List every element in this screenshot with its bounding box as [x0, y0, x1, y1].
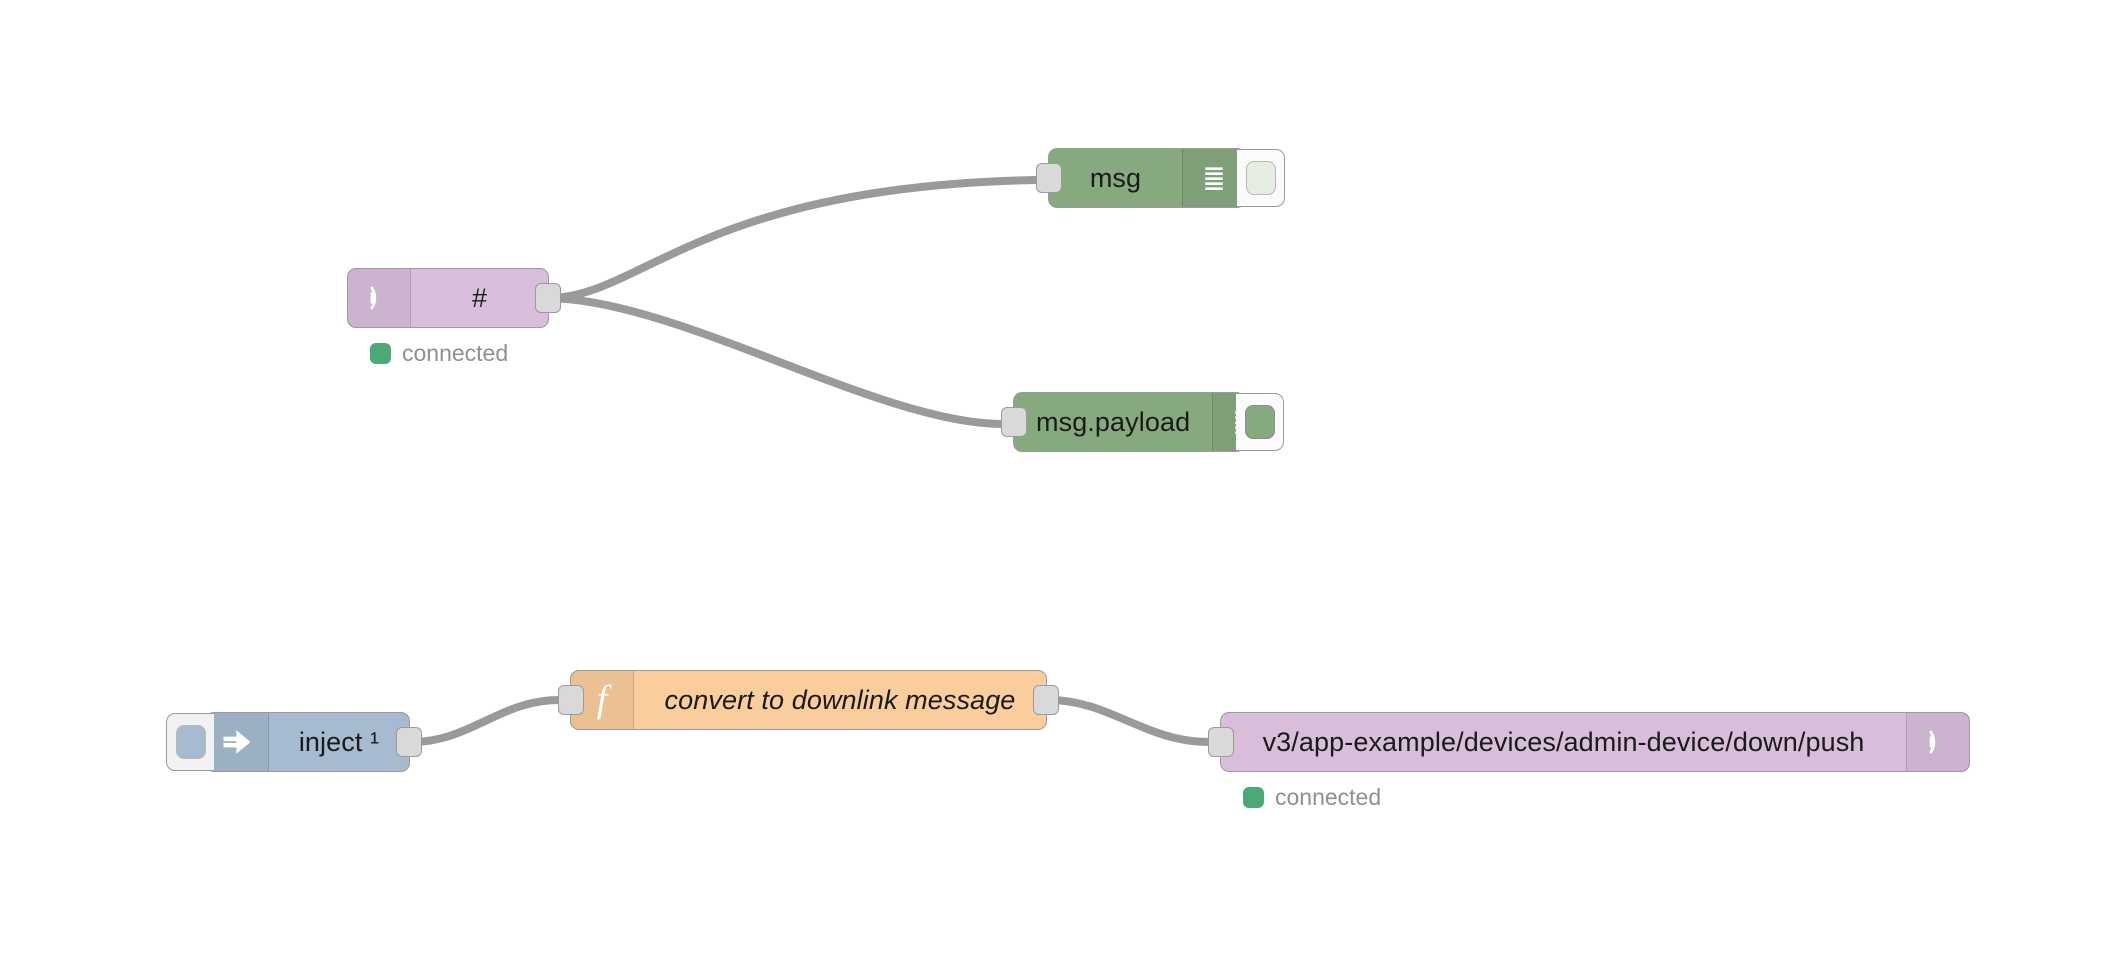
wire-mqtt-in-to-debug-msg-payload	[545, 294, 1006, 428]
node-inject-label: inject ¹	[298, 726, 380, 757]
node-debug-msg-body: msg	[1049, 149, 1245, 207]
node-mqtt-in-label: #	[471, 282, 488, 313]
flow-canvas[interactable]: # connected msg msg.payload inject ¹ f c…	[0, 0, 2122, 960]
node-debug-msg-payload[interactable]: msg.payload	[1001, 392, 1284, 452]
status-dot-connected	[1243, 787, 1264, 808]
node-mqtt-out-status: connected	[1243, 784, 1381, 811]
node-function-input-port[interactable]	[558, 685, 584, 715]
node-inject-body: inject ¹	[206, 713, 409, 771]
wire-mqtt-in-to-debug-msg	[545, 176, 1040, 302]
node-mqtt-out-label: v3/app-example/devices/admin-device/down…	[1262, 726, 1865, 757]
node-debug-msg-label: msg	[1089, 162, 1142, 193]
node-mqtt-in-body: #	[348, 269, 548, 327]
svg-text:f: f	[597, 680, 613, 720]
wire-inject-to-function	[408, 696, 563, 746]
node-mqtt-in[interactable]: #	[347, 268, 561, 328]
node-mqtt-in-output-port[interactable]	[535, 283, 561, 313]
node-inject-output-port[interactable]	[396, 727, 422, 757]
wire-function-to-mqtt-out	[1045, 696, 1213, 746]
node-mqtt-out-body: v3/app-example/devices/admin-device/down…	[1221, 713, 1969, 771]
node-debug-msg-payload-body: msg.payload	[1014, 393, 1244, 451]
inject-arrow-icon	[206, 713, 269, 771]
wifi-icon	[348, 269, 411, 327]
node-mqtt-out-status-text: connected	[1275, 784, 1382, 810]
node-function-body: f convert to downlink message	[571, 671, 1046, 729]
node-debug-msg[interactable]: msg	[1036, 148, 1285, 208]
node-inject[interactable]: inject ¹	[166, 712, 422, 772]
node-mqtt-out-input-port[interactable]	[1208, 727, 1234, 757]
debug-lines-icon	[1182, 149, 1245, 207]
node-inject-trigger-button[interactable]	[166, 713, 214, 771]
node-debug-msg-payload-toggle-button[interactable]	[1236, 393, 1284, 451]
node-debug-msg-toggle-indicator	[1245, 161, 1276, 195]
node-mqtt-in-status: connected	[370, 340, 508, 367]
node-function-output-port[interactable]	[1033, 685, 1059, 715]
wire-layer	[408, 176, 1213, 746]
status-dot-connected	[370, 343, 391, 364]
node-debug-msg-input-port[interactable]	[1036, 163, 1062, 193]
node-function[interactable]: f convert to downlink message	[558, 670, 1059, 730]
node-debug-msg-payload-toggle-indicator	[1244, 405, 1275, 439]
node-debug-msg-toggle-button[interactable]	[1237, 149, 1285, 207]
node-mqtt-in-status-text: connected	[402, 340, 509, 366]
wifi-icon	[1906, 713, 1969, 771]
node-mqtt-out[interactable]: v3/app-example/devices/admin-device/down…	[1208, 712, 1970, 772]
node-debug-msg-payload-input-port[interactable]	[1001, 407, 1027, 437]
node-function-label: convert to downlink message	[664, 684, 1016, 715]
node-debug-msg-payload-label: msg.payload	[1036, 406, 1191, 437]
node-inject-trigger-indicator	[175, 725, 206, 759]
